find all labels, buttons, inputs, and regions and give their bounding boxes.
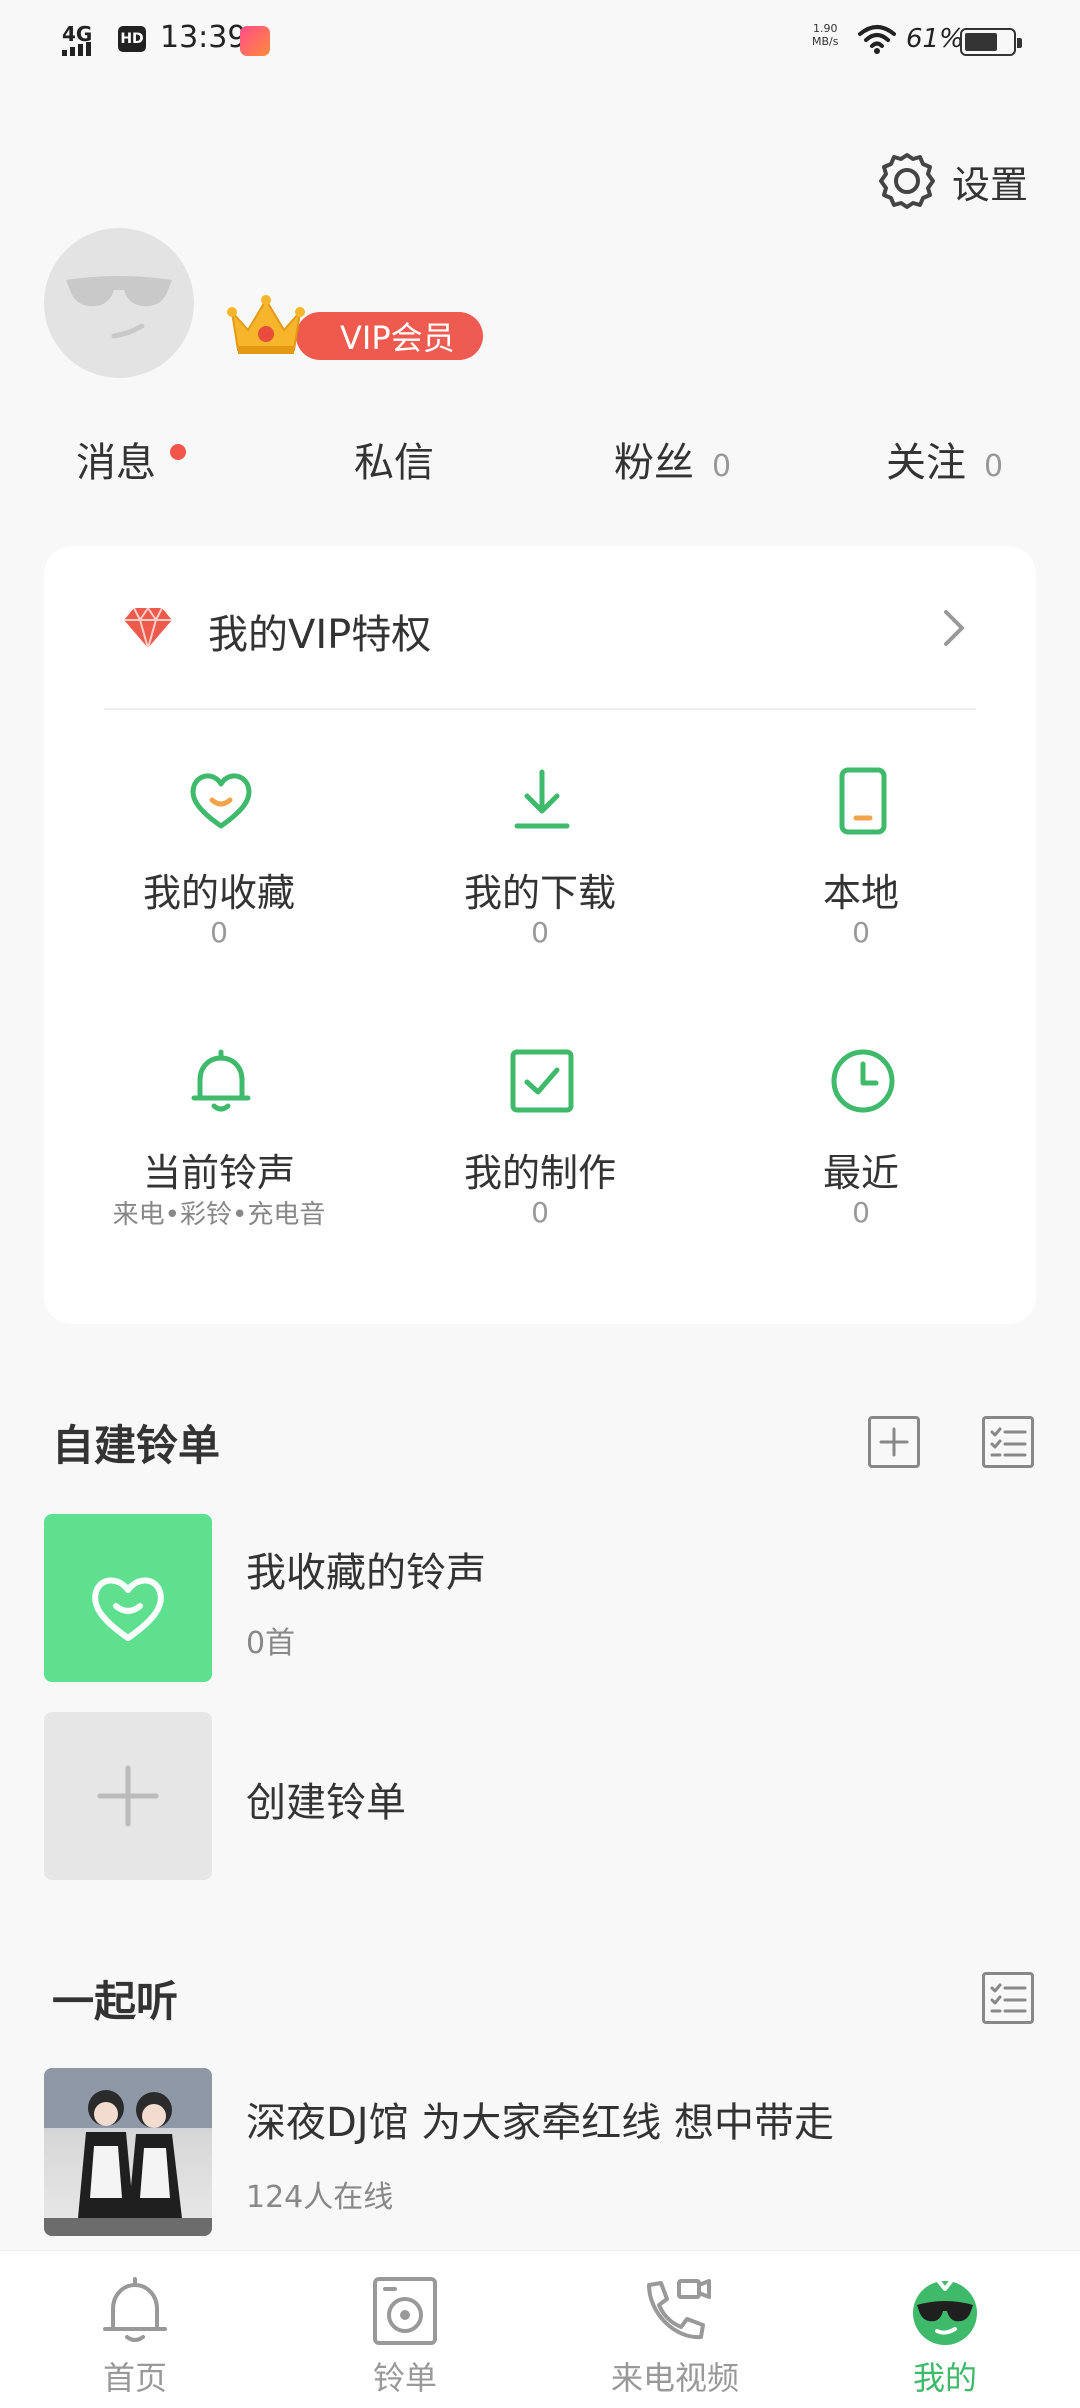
room-cover-image (44, 2068, 212, 2236)
list-thumbnail (44, 1712, 212, 1880)
listen-together-more-button[interactable] (982, 1972, 1034, 2024)
tile-downloads[interactable]: 我的下载 0 (375, 766, 705, 986)
list-item-title: 我收藏的铃声 (246, 1550, 486, 1596)
vip-privilege-label: 我的VIP特权 (208, 612, 432, 658)
clock-icon (831, 1049, 895, 1113)
vip-privilege-row[interactable]: 我的VIP特权 (44, 546, 1036, 708)
checklist-icon (990, 1427, 1027, 1457)
tile-my-creations[interactable]: 我的制作 0 (375, 1046, 705, 1266)
avatar[interactable] (44, 228, 194, 378)
bottom-navigation: 首页 铃单 来电视频 我的 (0, 2250, 1080, 2408)
status-bar: 4G HD 13:39 1.90 MB/s 61% (0, 0, 1080, 80)
stat-count: 0 (712, 449, 732, 484)
list-thumbnail (44, 1514, 212, 1682)
diamond-icon (124, 606, 172, 652)
battery-icon (960, 28, 1022, 56)
custom-lists-title: 自建铃单 (52, 1421, 221, 1470)
nav-ringlists[interactable]: 铃单 (270, 2251, 540, 2408)
tile-name: 当前铃声 (142, 1151, 295, 1195)
network-speed: 1.90 MB/s (812, 22, 839, 48)
checklist-icon (990, 1983, 1027, 2013)
profile-icon (913, 2277, 977, 2345)
tile-name: 最近 (822, 1151, 899, 1195)
bell-icon (103, 2277, 167, 2342)
nav-call-video[interactable]: 来电视频 (540, 2251, 810, 2408)
cover-illustration (44, 2068, 212, 2236)
tile-name: 本地 (822, 871, 899, 915)
tile-current-ringtone[interactable]: 当前铃声 来电•彩铃•充电音 (54, 1046, 384, 1266)
tile-local[interactable]: 本地 0 (696, 766, 1026, 986)
divider (104, 708, 976, 710)
list-item-create[interactable]: 创建铃单 (44, 1712, 1036, 1880)
signal-icon (62, 42, 91, 56)
heart-icon (190, 773, 252, 829)
wifi-icon (858, 25, 896, 54)
tile-name: 我的下载 (463, 871, 616, 915)
tile-count: 0 (210, 916, 228, 949)
bell-icon (191, 1049, 251, 1112)
plus-icon (97, 1765, 159, 1827)
tile-count: 0 (531, 916, 549, 949)
stat-label: 粉丝 (614, 440, 694, 486)
stat-following[interactable]: 关注 0 (886, 430, 1003, 488)
phone-icon (839, 767, 887, 835)
hd-badge: HD (118, 26, 146, 52)
nav-label: 来电视频 (610, 2359, 739, 2397)
tile-count: 0 (852, 916, 870, 949)
stat-count: 0 (984, 449, 1004, 484)
add-list-button[interactable] (868, 1416, 920, 1468)
unread-dot (170, 444, 186, 460)
app-notification-icon (240, 26, 270, 56)
room-title: 深夜DJ馆 为大家牵红线 想中带走 (246, 2100, 835, 2146)
tile-count: 0 (531, 1196, 549, 1229)
list-item-favorites[interactable]: 我收藏的铃声 0首 (44, 1514, 1036, 1682)
clock: 13:39 (160, 20, 247, 55)
vip-membership-badge[interactable]: VIP会员 (224, 295, 483, 362)
crown-icon (227, 295, 305, 354)
vip-label: VIP会员 (296, 312, 483, 360)
listen-together-title: 一起听 (52, 1977, 179, 2026)
tile-count: 0 (852, 1196, 870, 1229)
my-features-card: 我的VIP特权 我的收藏 0 我的下载 0 本地 0 当前铃声 来电•彩铃•充电… (44, 546, 1036, 1324)
tile-favorites[interactable]: 我的收藏 0 (54, 766, 384, 986)
settings-button[interactable]: 设置 (876, 150, 1028, 212)
nav-me[interactable]: 我的 (810, 2251, 1080, 2408)
nav-label: 我的 (912, 2359, 977, 2397)
list-item-title: 创建铃单 (246, 1780, 406, 1826)
disc-icon (373, 2277, 437, 2345)
stat-label: 关注 (886, 440, 966, 486)
nav-home[interactable]: 首页 (0, 2251, 270, 2408)
heart-icon (92, 1577, 164, 1641)
nav-label: 铃单 (372, 2359, 437, 2397)
stat-messages[interactable]: 消息 (76, 430, 186, 488)
stat-label: 私信 (354, 440, 434, 486)
stats-row: 消息 私信 粉丝 0 关注 0 (0, 430, 1080, 500)
battery-percent: 61% (906, 24, 964, 54)
list-item-count: 0首 (246, 1626, 296, 1661)
manage-list-button[interactable] (982, 1416, 1034, 1468)
room-online-count: 124人在线 (246, 2180, 394, 2215)
video-call-icon (647, 2279, 711, 2340)
settings-label: 设置 (952, 162, 1029, 207)
checkbox-icon (510, 1049, 574, 1113)
download-icon (514, 769, 570, 829)
tile-subtitle: 来电•彩铃•充电音 (112, 1200, 326, 1230)
tile-name: 我的制作 (463, 1151, 616, 1195)
chevron-right-icon (944, 610, 964, 646)
sunglasses-face-icon (66, 276, 172, 339)
tile-recent[interactable]: 最近 0 (696, 1046, 1026, 1266)
plus-icon (879, 1427, 909, 1457)
tile-name: 我的收藏 (142, 871, 295, 915)
nav-label: 首页 (102, 2359, 167, 2397)
gear-icon (879, 153, 935, 209)
listen-room-item[interactable]: 深夜DJ馆 为大家牵红线 想中带走 124人在线 (44, 2068, 1036, 2236)
stat-private-messages[interactable]: 私信 (354, 430, 434, 488)
stat-fans[interactable]: 粉丝 0 (614, 430, 731, 488)
stat-label: 消息 (76, 440, 156, 486)
